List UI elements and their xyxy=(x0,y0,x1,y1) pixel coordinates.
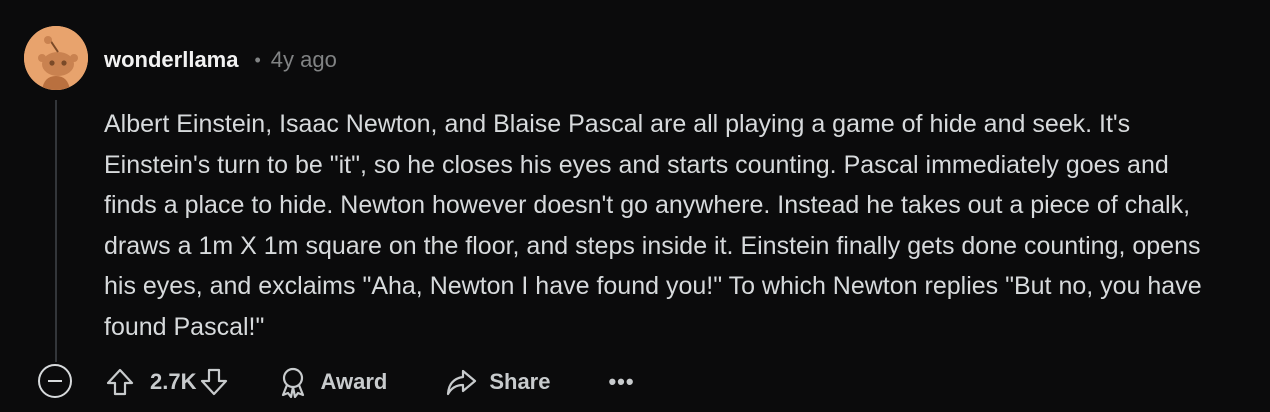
upvote-button[interactable] xyxy=(104,366,136,398)
collapse-minus-icon xyxy=(48,380,62,382)
downvote-button[interactable] xyxy=(198,366,230,398)
comment-body: Albert Einstein, Isaac Newton, and Blais… xyxy=(104,110,1202,341)
vote-score: 2.7K xyxy=(150,369,197,394)
username-link[interactable]: wonderllama xyxy=(104,47,238,73)
award-button[interactable]: Award xyxy=(278,366,387,398)
comment-header: wonderllama • 4y ago xyxy=(104,44,337,76)
more-dots-icon: ••• xyxy=(608,369,635,394)
meta-separator: • xyxy=(254,49,261,70)
more-options-button[interactable]: ••• xyxy=(608,369,634,395)
downvote-arrow-icon xyxy=(201,368,228,396)
collapse-button[interactable] xyxy=(38,364,72,398)
comment-timestamp[interactable]: 4y ago xyxy=(271,47,337,73)
share-arrow-icon xyxy=(447,369,477,396)
award-ribbon-icon xyxy=(282,367,305,398)
user-avatar[interactable] xyxy=(24,26,88,90)
share-button[interactable]: Share xyxy=(445,367,550,397)
upvote-arrow-icon xyxy=(106,368,134,396)
thread-line[interactable] xyxy=(55,100,57,362)
snoo-avatar-icon xyxy=(24,26,88,90)
comment-action-bar: 2.7K Award Share ••• xyxy=(104,362,635,402)
share-label: Share xyxy=(489,369,551,394)
award-label: Award xyxy=(320,369,388,394)
